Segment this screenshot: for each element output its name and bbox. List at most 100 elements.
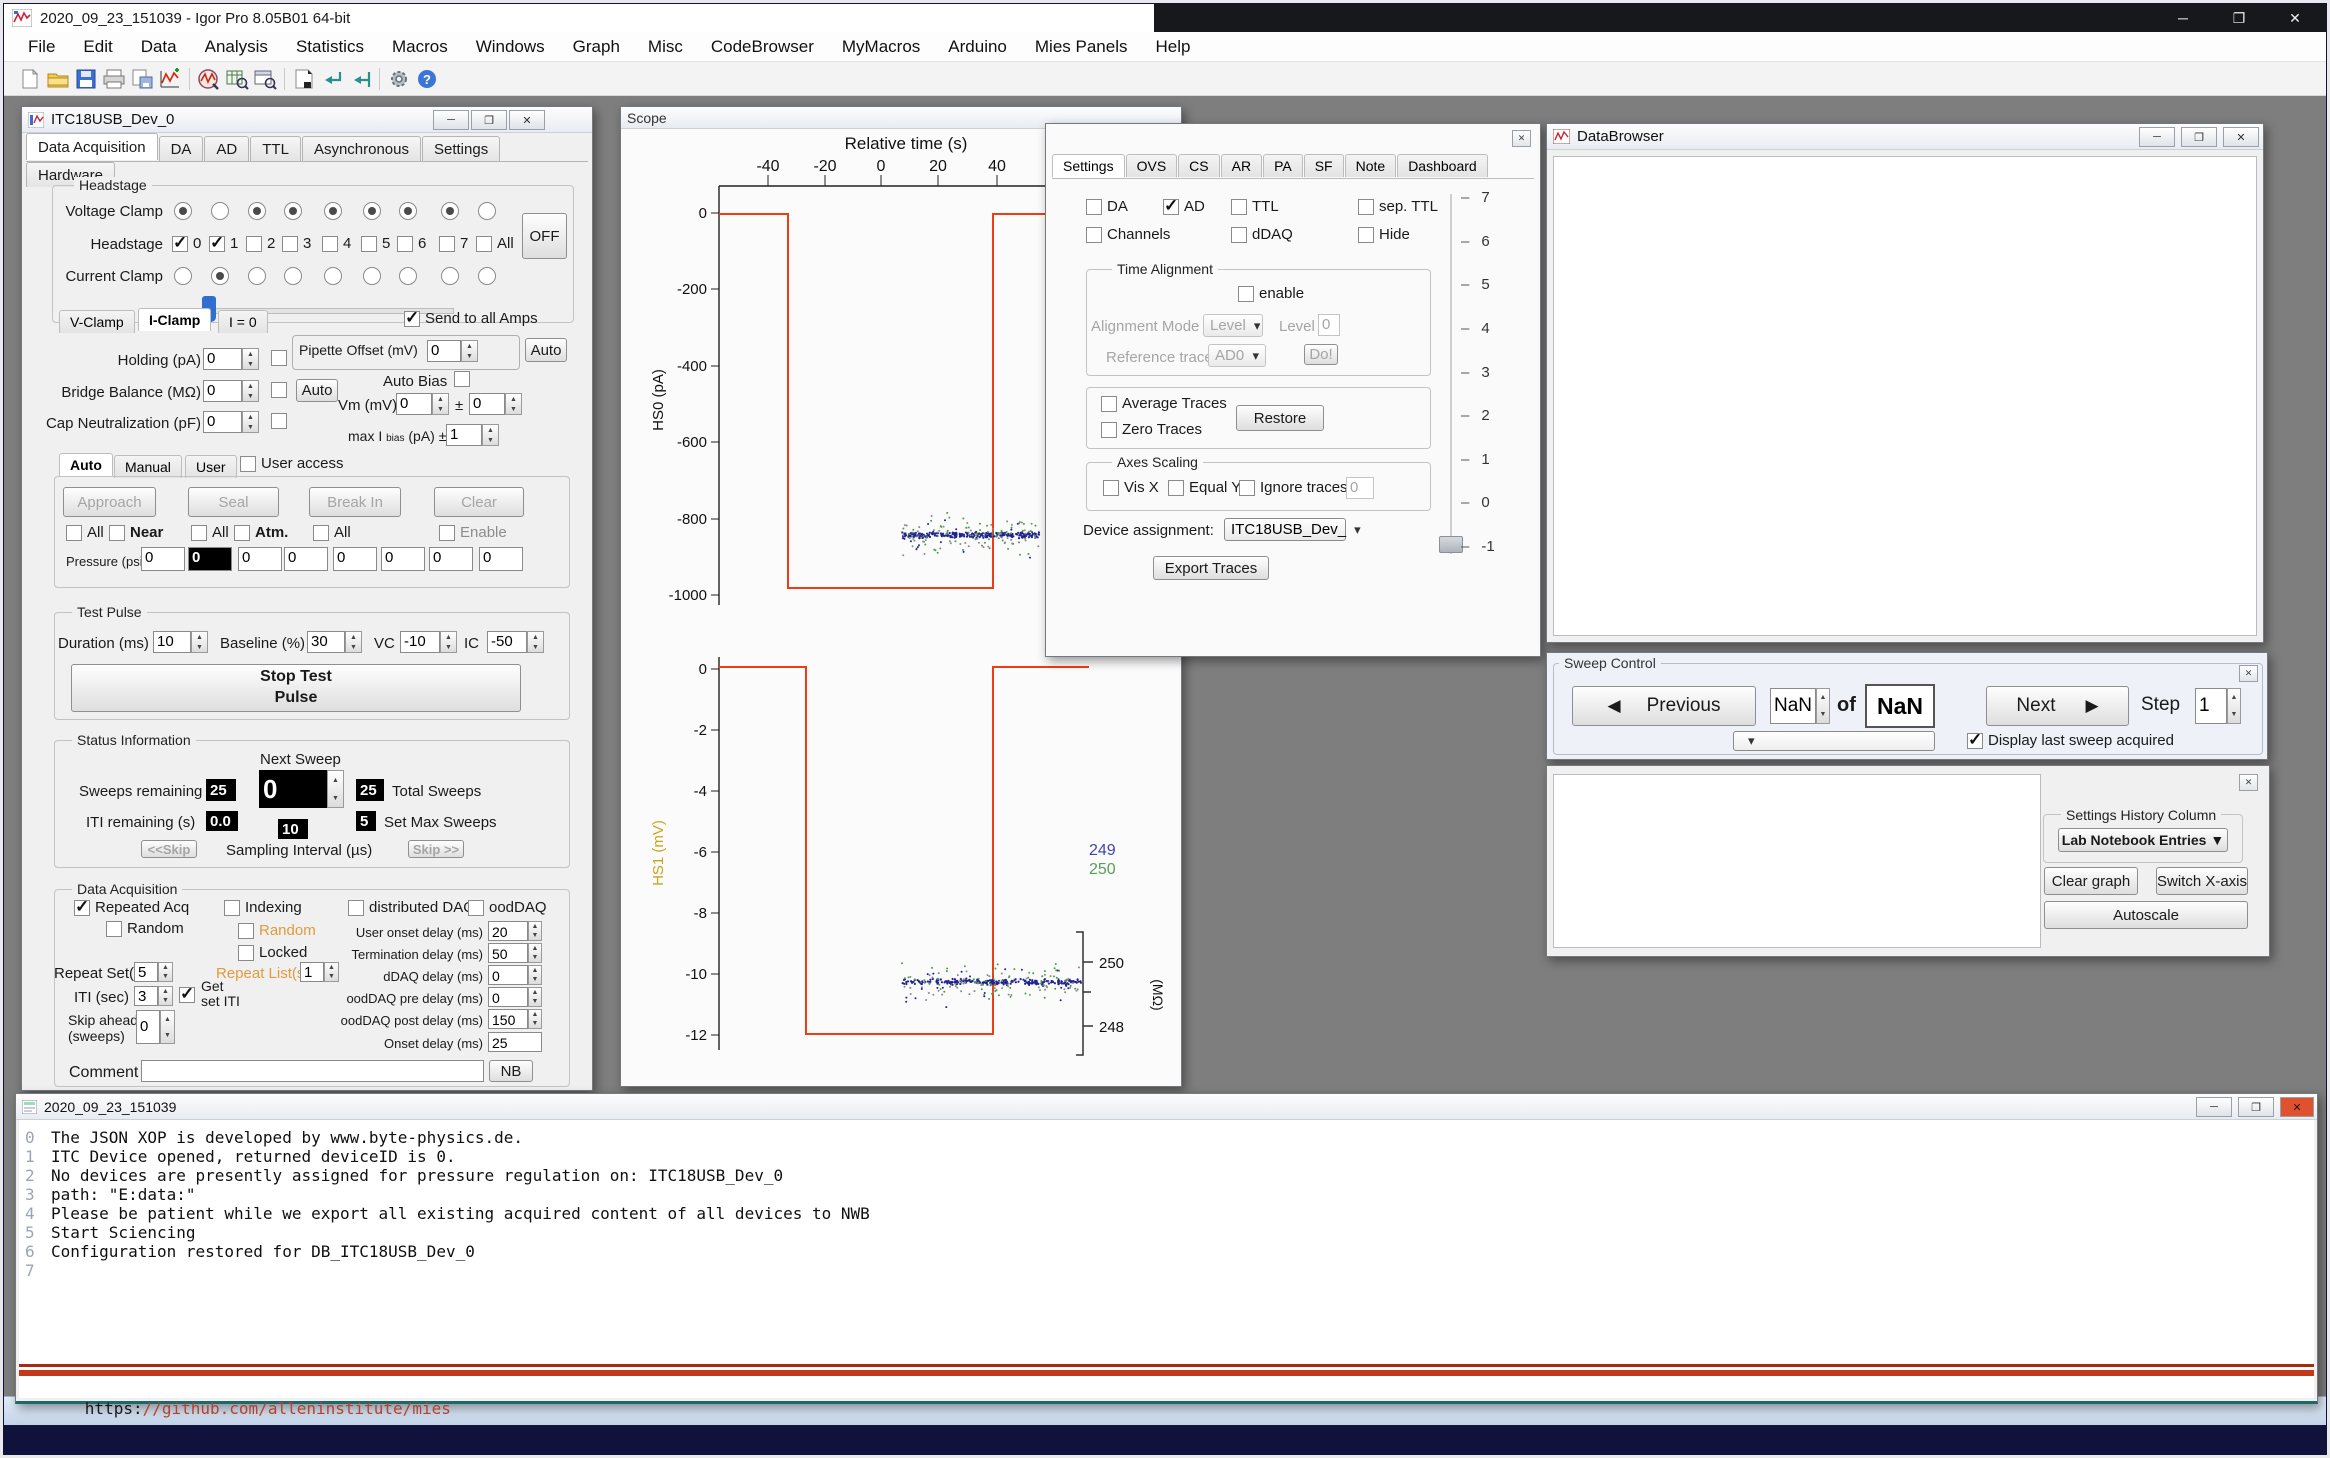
iclamp-tab[interactable]: I-Clamp: [138, 308, 211, 331]
iti-sec-spinner[interactable]: [158, 986, 173, 1006]
data-browser-icon[interactable]: [195, 66, 223, 92]
pressure-field-2[interactable]: 0: [238, 547, 282, 571]
menu-arduino[interactable]: Arduino: [934, 37, 1021, 57]
cap-neutralization-spinner[interactable]: [242, 411, 259, 433]
vc-radio-6[interactable]: [399, 202, 417, 220]
help-icon[interactable]: ?: [413, 66, 441, 92]
hs-checkbox-6[interactable]: 6: [397, 235, 426, 252]
command-divider[interactable]: [19, 1364, 2314, 1376]
vc-radio-4[interactable]: [324, 202, 342, 220]
menu-windows[interactable]: Windows: [462, 37, 559, 57]
tab-data-acquisition[interactable]: Data Acquisition: [26, 133, 158, 160]
ss-ddaq-checkbox[interactable]: dDAQ: [1231, 226, 1293, 243]
pressure-tab-auto[interactable]: Auto: [59, 453, 113, 476]
sstab-note[interactable]: Note: [1345, 154, 1397, 177]
sstab-ar[interactable]: AR: [1221, 154, 1262, 177]
open-icon[interactable]: [44, 66, 72, 92]
command-titlebar[interactable]: 2020_09_23_151039: [16, 1094, 2317, 1120]
pipette-offset-spinner[interactable]: [461, 340, 478, 362]
repeat-list-spinner[interactable]: [324, 962, 339, 982]
command-window-icon[interactable]: [251, 66, 279, 92]
databrowser-close-button[interactable]: [2223, 127, 2259, 147]
pressure-tab-user[interactable]: User: [185, 455, 237, 478]
sweep-position-field[interactable]: NaN: [1770, 688, 1816, 724]
comment-input[interactable]: [141, 1060, 484, 1082]
vm-range-field[interactable]: 0: [469, 393, 505, 415]
pressure-field-0[interactable]: 0: [141, 547, 185, 571]
bridge-balance-field[interactable]: 0: [203, 380, 242, 402]
get-set-iti-checkbox[interactable]: [179, 987, 195, 1003]
ss-channels-checkbox[interactable]: Channels: [1086, 226, 1170, 243]
itc-close-button[interactable]: [509, 110, 545, 130]
clear-button[interactable]: Clear: [434, 487, 524, 517]
channel-slider-track[interactable]: [1450, 194, 1452, 554]
hs-checkbox-all[interactable]: All: [476, 235, 514, 252]
command-history[interactable]: 0The JSON XOP is developed by www.byte-p…: [19, 1120, 2314, 1364]
clear-graph-button[interactable]: Clear graph: [2044, 867, 2138, 895]
menu-macros[interactable]: Macros: [378, 37, 462, 57]
tab-settings[interactable]: Settings: [422, 136, 500, 161]
zero-traces-checkbox[interactable]: Zero Traces: [1101, 421, 1202, 438]
ignore-traces-field[interactable]: 0: [1346, 477, 1374, 499]
alignment-mode-dropdown[interactable]: Level: [1203, 314, 1263, 337]
autoscale-button[interactable]: Autoscale: [2044, 901, 2248, 929]
cc-radio-3[interactable]: [284, 267, 302, 285]
hs-checkbox-4[interactable]: 4: [322, 235, 351, 252]
cc-radio-4[interactable]: [324, 267, 342, 285]
user-access-checkbox[interactable]: User access: [240, 455, 344, 472]
stop-test-pulse-button[interactable]: Stop TestPulse: [71, 664, 521, 712]
step-in-icon[interactable]: [318, 66, 346, 92]
databrowser-minimize-button[interactable]: [2139, 127, 2175, 147]
sstab-cs[interactable]: CS: [1178, 154, 1219, 177]
command-maximize-button[interactable]: [2238, 1097, 2274, 1117]
distributed-daq-checkbox[interactable]: distributed DAQ: [348, 899, 475, 916]
vc-radio-7[interactable]: [441, 202, 459, 220]
pressure-field-4[interactable]: 0: [333, 547, 377, 571]
ss-da-checkbox[interactable]: DA: [1086, 198, 1128, 215]
vc-amp-spinner[interactable]: [440, 631, 457, 653]
app-minimize-button[interactable]: [2158, 7, 2208, 29]
cc-radio-5[interactable]: [363, 267, 381, 285]
sweep-format-dropdown[interactable]: [1733, 731, 1935, 751]
menu-graph[interactable]: Graph: [559, 37, 634, 57]
previous-sweep-button[interactable]: ◀Previous: [1572, 686, 1756, 726]
indexing-checkbox[interactable]: Indexing: [224, 899, 302, 916]
repeated-acq-checkbox[interactable]: Repeated Acq: [74, 899, 189, 916]
pressure-tab-manual[interactable]: Manual: [114, 455, 182, 478]
hs-checkbox-7[interactable]: 7: [439, 235, 468, 252]
seal-atm-checkbox[interactable]: Atm.: [234, 524, 288, 541]
visx-checkbox[interactable]: Vis X: [1103, 479, 1159, 496]
ss-sep-ttl-checkbox[interactable]: sep. TTL: [1358, 198, 1438, 215]
new-layout-icon[interactable]: [290, 66, 318, 92]
ooddaq-post-field[interactable]: 150: [488, 1009, 528, 1029]
menu-analysis[interactable]: Analysis: [191, 37, 282, 57]
duration-field[interactable]: 10: [153, 631, 191, 653]
ic-amp-spinner[interactable]: [527, 631, 544, 653]
ignore-traces-checkbox[interactable]: Ignore traces: [1239, 479, 1348, 496]
onset-delay-field[interactable]: 25: [488, 1032, 542, 1052]
max-ibias-spinner[interactable]: [482, 424, 499, 446]
user-onset-field[interactable]: 20: [488, 921, 528, 941]
skip-ahead-spinner[interactable]: [160, 1010, 175, 1044]
skip-forward-button[interactable]: Skip >>: [408, 840, 464, 858]
hs-checkbox-1[interactable]: 1: [209, 235, 238, 252]
bridge-auto-button[interactable]: Auto: [296, 379, 338, 402]
vc-radio-3[interactable]: [284, 202, 302, 220]
auto-bias-checkbox[interactable]: [454, 371, 470, 387]
settings-history-close-icon[interactable]: [2239, 774, 2258, 791]
vc-radio-5[interactable]: [363, 202, 381, 220]
menu-misc[interactable]: Misc: [634, 37, 697, 57]
sweep-position-spinner[interactable]: [1816, 688, 1830, 724]
itc-minimize-button[interactable]: [433, 110, 469, 130]
switch-xaxis-button[interactable]: Switch X-axis: [2156, 867, 2248, 895]
menu-help[interactable]: Help: [1142, 37, 1205, 57]
bridge-enable-checkbox[interactable]: [271, 382, 287, 398]
vm-field[interactable]: 0: [396, 393, 432, 415]
pressure-field-5[interactable]: 0: [381, 547, 425, 571]
tab-asynchronous[interactable]: Asynchronous: [302, 136, 421, 161]
breakin-all-checkbox[interactable]: All: [313, 524, 351, 541]
sstab-dashboard[interactable]: Dashboard: [1397, 154, 1488, 177]
sstab-ovs[interactable]: OVS: [1126, 154, 1178, 177]
approach-near-checkbox[interactable]: Near: [109, 524, 163, 541]
sstab-pa[interactable]: PA: [1263, 154, 1303, 177]
